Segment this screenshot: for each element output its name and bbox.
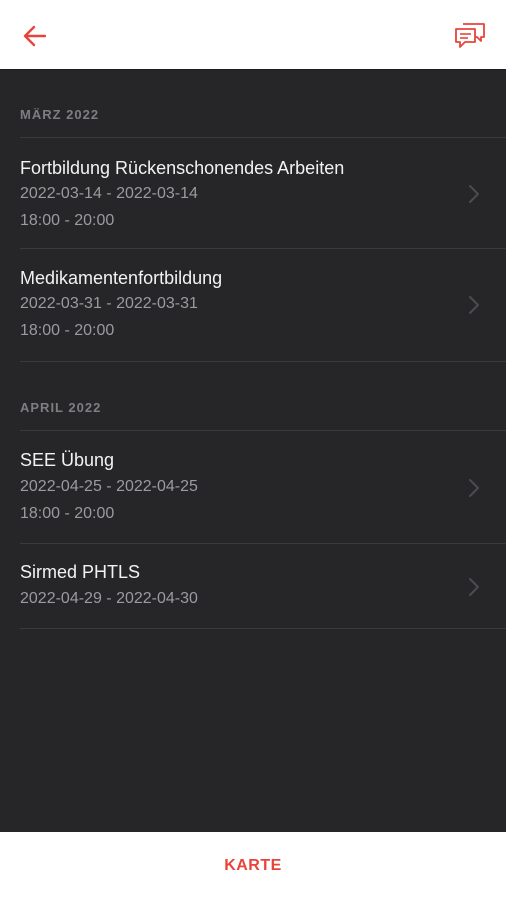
bottom-bar: KARTE — [0, 832, 506, 900]
event-dates: 2022-03-14 - 2022-03-14 — [20, 185, 198, 202]
event-time: 18:00 - 20:00 — [20, 505, 115, 522]
event-title: Sirmed PHTLS — [20, 562, 141, 582]
event-title: SEE Übung — [20, 450, 115, 470]
event-row[interactable]: Sirmed PHTLS 2022-04-29 - 2022-04-30 — [20, 544, 506, 629]
event-row[interactable]: Fortbildung Rückenschonendes Arbeiten 20… — [20, 137, 506, 249]
event-title: Fortbildung Rückenschonendes Arbeiten — [20, 158, 345, 178]
chat-bubbles-icon — [455, 23, 485, 48]
chevron-right-icon — [469, 185, 479, 203]
event-time: 18:00 - 20:00 — [20, 322, 115, 339]
section-header-maerz-2022: MÄRZ 2022 — [20, 107, 100, 122]
event-time: 18:00 - 20:00 — [20, 212, 115, 229]
event-list: MÄRZ 2022 Fortbildung Rückenschonendes A… — [0, 70, 506, 832]
back-button[interactable] — [16, 20, 54, 52]
chevron-right-icon — [469, 479, 479, 497]
event-list-screen: MÄRZ 2022 Fortbildung Rückenschonendes A… — [0, 0, 506, 900]
chevron-right-icon — [469, 578, 479, 596]
section-header-april-2022: APRIL 2022 — [20, 400, 102, 415]
top-navigation-bar — [0, 0, 506, 70]
event-row[interactable]: Medikamentenfortbildung 2022-03-31 - 202… — [20, 249, 506, 362]
event-title: Medikamentenfortbildung — [20, 268, 223, 288]
event-dates: 2022-04-29 - 2022-04-30 — [20, 590, 198, 607]
event-row[interactable]: SEE Übung 2022-04-25 - 2022-04-25 18:00 … — [20, 430, 506, 544]
event-dates: 2022-03-31 - 2022-03-31 — [20, 295, 198, 312]
chat-button[interactable] — [450, 18, 490, 52]
event-dates: 2022-04-25 - 2022-04-25 — [20, 478, 198, 495]
karte-button[interactable]: KARTE — [224, 857, 282, 875]
arrow-left-icon — [23, 25, 47, 47]
chevron-right-icon — [469, 296, 479, 314]
